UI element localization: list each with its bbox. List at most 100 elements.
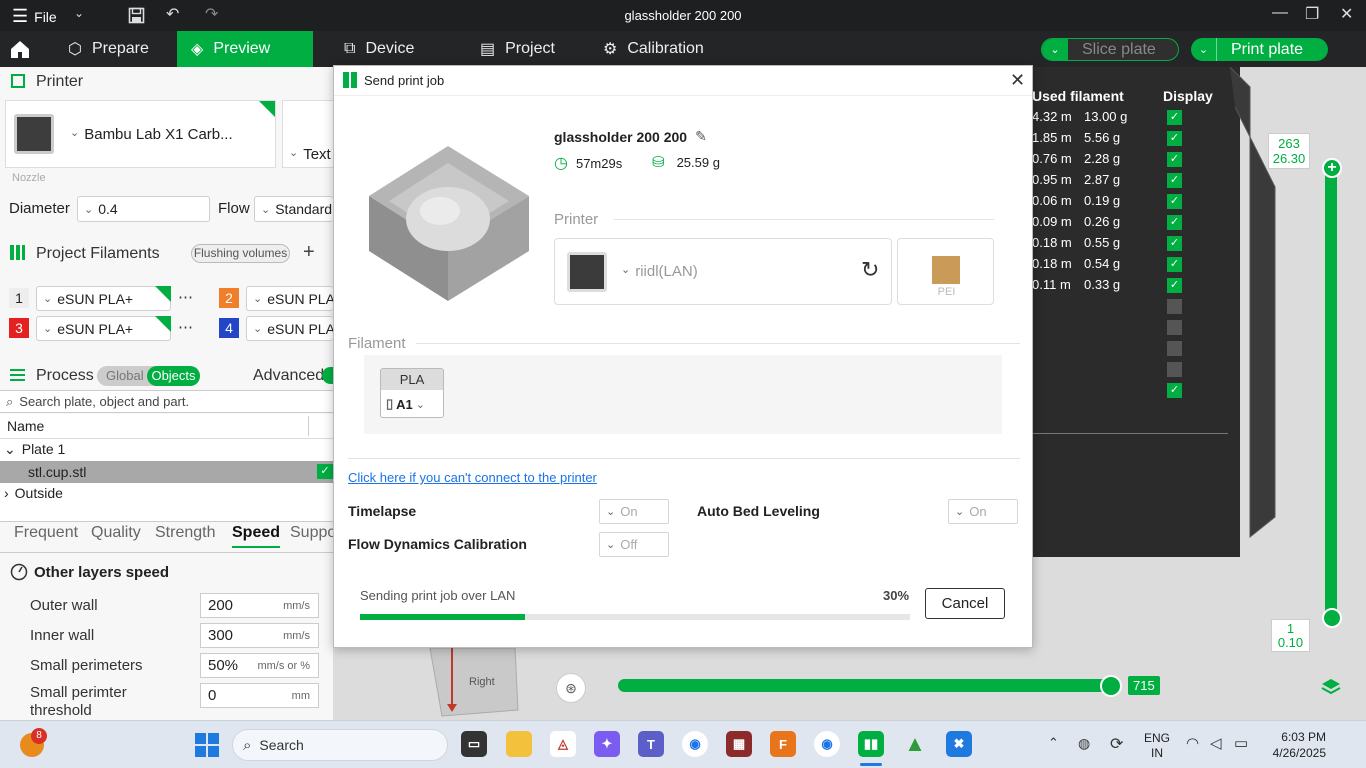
app-icon-4[interactable]: ✖ (946, 731, 972, 757)
copilot-icon[interactable]: ✦ (594, 731, 620, 757)
slice-plate-button[interactable]: ⌄ Slice plate (1041, 38, 1179, 61)
object-search-box[interactable]: ⌕ Search plate, object and part. (0, 390, 333, 413)
display-checkbox[interactable] (1167, 362, 1182, 377)
plate-name: Plate 1 (21, 441, 66, 457)
outside-row[interactable]: › Outside (4, 485, 63, 501)
more-options-icon[interactable]: ⋯ (178, 318, 193, 336)
objects-option[interactable]: Objects (147, 366, 200, 386)
plate-type-selector[interactable]: ⌄ Text (282, 100, 333, 168)
flow-select[interactable]: ⌄ Standard (254, 196, 333, 222)
global-option[interactable]: Global (106, 368, 144, 383)
collapse-icon[interactable]: › (4, 485, 9, 501)
display-checkbox[interactable]: ✓ (1167, 173, 1182, 188)
expand-icon[interactable]: ⌄ (4, 441, 16, 458)
display-checkbox[interactable]: ✓ (1167, 152, 1182, 167)
display-checkbox[interactable]: ✓ (1167, 215, 1182, 230)
cancel-button[interactable]: Cancel (925, 588, 1005, 619)
layer-slider-bottom-handle[interactable] (1322, 608, 1342, 628)
move-slider-track[interactable] (618, 679, 1112, 692)
windows-start-icon[interactable] (195, 733, 219, 757)
layer-slider-track[interactable] (1325, 167, 1337, 619)
speed-setting-input[interactable]: 300 mm/s (200, 623, 319, 648)
filament-mapping-item[interactable]: PLA ▯ A1 ⌄ (380, 368, 444, 418)
display-checkbox[interactable]: ✓ (1167, 236, 1182, 251)
refresh-icon[interactable]: ↻ (861, 257, 879, 283)
app-icon-1[interactable]: ◬ (550, 731, 576, 757)
printer-selector[interactable]: ⌄ Bambu Lab X1 Carb... (5, 100, 276, 168)
layer-slider-top-handle[interactable]: + (1322, 158, 1342, 178)
language-indicator[interactable]: ENG IN (1144, 731, 1170, 761)
process-tab-quality[interactable]: Quality (91, 524, 141, 546)
print-plate-button[interactable]: ⌄ Print plate (1191, 38, 1328, 61)
speed-setting-input[interactable]: 50% mm/s or % (200, 653, 319, 678)
filament-select[interactable]: ⌄ eSUN PLA+ (246, 316, 333, 341)
task-view-icon[interactable]: ▭ (461, 731, 487, 757)
restore-icon[interactable]: ❐ (1305, 4, 1319, 24)
app-icon-2[interactable]: ▦ (726, 731, 752, 757)
slice-dropdown-icon[interactable]: ⌄ (1042, 39, 1068, 60)
tab-device[interactable]: ⧉ Device (330, 31, 428, 67)
display-checkbox[interactable]: ✓ (1167, 131, 1182, 146)
flow-dynamics-select[interactable]: ⌄ Off (599, 532, 669, 557)
title-bar: ☰ File ⌄ ↶ ↷ glassholder 200 200 — ❐ ✕ (0, 0, 1366, 31)
diameter-select[interactable]: ⌄ 0.4 (77, 196, 210, 222)
display-checkbox[interactable]: ✓ (1167, 110, 1182, 125)
print-dropdown-icon[interactable]: ⌄ (1191, 38, 1217, 61)
teams-icon[interactable]: T (638, 731, 664, 757)
object-row-selected[interactable]: stl.cup.stl ✓ (0, 461, 333, 483)
view-cube-reset-icon[interactable]: ⊛ (556, 673, 586, 703)
process-tab-strength[interactable]: Strength (155, 524, 215, 546)
wifi-icon[interactable]: ◠ (1186, 734, 1199, 752)
dialog-close-icon[interactable]: ✕ (1010, 70, 1025, 91)
display-checkbox[interactable]: ✓ (1167, 257, 1182, 272)
speed-setting-input[interactable]: 0 mm (200, 683, 319, 708)
display-checkbox[interactable]: ✓ (1167, 194, 1182, 209)
chrome-profile-icon[interactable]: ◉ (814, 731, 840, 757)
tab-project[interactable]: ▤ Project (466, 31, 569, 67)
tray-icon-1[interactable]: ◍ (1078, 735, 1090, 752)
timelapse-select[interactable]: ⌄ On (599, 499, 669, 524)
add-filament-button[interactable]: + (303, 241, 315, 264)
filament-select[interactable]: ⌄ eSUN PLA+ (246, 286, 333, 311)
flushing-volumes-button[interactable]: Flushing volumes (191, 244, 290, 263)
fusion-icon[interactable]: F (770, 731, 796, 757)
plate-row[interactable]: ⌄ Plate 1 (4, 441, 65, 458)
taskbar-search[interactable]: ⌕ Search (232, 729, 448, 761)
tab-prepare[interactable]: ⬡ Prepare (54, 31, 177, 67)
tab-preview[interactable]: ◈ Preview (177, 31, 313, 67)
speed-setting-input[interactable]: 200 mm/s (200, 593, 319, 618)
display-checkbox[interactable]: ✓ (1167, 278, 1182, 293)
move-slider-handle[interactable] (1100, 675, 1122, 697)
bambu-studio-icon[interactable]: ▮▮ (858, 731, 884, 757)
filament-select[interactable]: ⌄ eSUN PLA+ (36, 316, 171, 341)
more-options-icon[interactable]: ⋯ (178, 288, 193, 306)
battery-icon[interactable]: ▭ (1234, 734, 1248, 752)
chrome-icon[interactable]: ◉ (682, 731, 708, 757)
filament-select[interactable]: ⌄ eSUN PLA+ (36, 286, 171, 311)
volume-icon[interactable]: ◁ (1210, 734, 1222, 752)
tab-calibration[interactable]: ⚙ Calibration (589, 31, 718, 67)
edit-name-icon[interactable]: ✎ (695, 128, 707, 145)
global-objects-toggle[interactable]: Global Objects (97, 366, 200, 386)
target-printer-selector[interactable]: ⌄ riidl(LAN) ↻ (554, 238, 892, 305)
auto-bed-leveling-select[interactable]: ⌄ On (948, 499, 1018, 524)
sync-icon[interactable]: ⟳ (1110, 734, 1123, 754)
display-checkbox[interactable] (1167, 341, 1182, 356)
display-checkbox[interactable]: ✓ (1167, 383, 1182, 398)
close-icon[interactable]: ✕ (1340, 4, 1353, 24)
display-checkbox[interactable] (1167, 299, 1182, 314)
connection-help-link[interactable]: Click here if you can't connect to the p… (348, 470, 597, 485)
app-icon-3[interactable]: ▲ (902, 731, 928, 757)
home-icon[interactable] (9, 38, 31, 60)
file-explorer-icon[interactable] (506, 731, 532, 757)
process-tab-suppo[interactable]: Suppo (290, 524, 336, 546)
object-visible-checkbox[interactable]: ✓ (317, 464, 333, 479)
process-tab-frequent[interactable]: Frequent (14, 524, 78, 546)
minimize-icon[interactable]: — (1272, 4, 1288, 22)
display-checkbox[interactable] (1167, 320, 1182, 335)
process-tab-speed[interactable]: Speed (232, 524, 281, 548)
tray-overflow-icon[interactable]: ⌃ (1048, 735, 1059, 751)
layers-toggle-icon[interactable] (1320, 677, 1342, 697)
active-app-indicator (860, 763, 882, 766)
clock[interactable]: 6:03 PM 4/26/2025 (1266, 729, 1326, 761)
